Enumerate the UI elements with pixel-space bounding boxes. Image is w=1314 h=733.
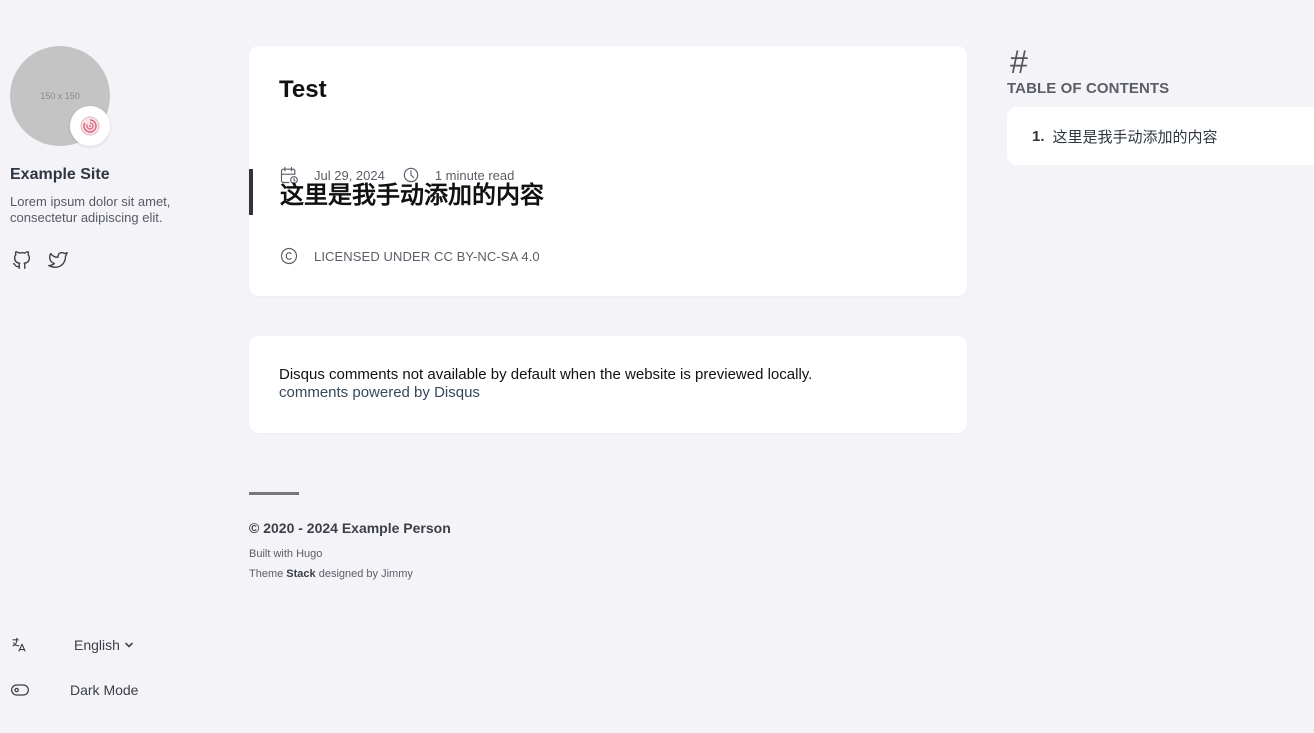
built-with-text[interactable]: Built with Hugo [249, 548, 451, 560]
theme-name[interactable]: Stack [286, 568, 315, 580]
site-name[interactable]: Example Site [10, 166, 230, 184]
chevron-down-icon [125, 642, 133, 648]
theme-prefix: Theme [249, 568, 287, 580]
language-select-value: English [74, 637, 120, 653]
article-heading-block: 这里是我手动添加的内容 [249, 169, 544, 215]
theme-credit: Theme Stack designed by Jimmy [249, 568, 451, 580]
emoji-icon [80, 116, 100, 136]
article-heading: 这里是我手动添加的内容 [280, 181, 544, 209]
language-switcher: English [10, 634, 210, 656]
table-of-contents: # TABLE OF CONTENTS 1. 这里是我手动添加的内容 [1007, 46, 1314, 165]
disqus-link[interactable]: comments powered by Disqus [279, 384, 480, 401]
article-card: Test Jul 29, 2024 1 minute read 这里是我手动添加… [249, 46, 967, 296]
social-links [10, 248, 230, 272]
license-text: LICENSED UNDER CC BY-NC-SA 4.0 [314, 248, 540, 264]
hash-icon: # [1010, 44, 1028, 80]
dark-mode-toggle[interactable]: Dark Mode [10, 679, 138, 701]
copyright-icon [279, 246, 299, 266]
copyright-text: © 2020 - 2024 Example Person [249, 520, 451, 536]
site-footer: © 2020 - 2024 Example Person Built with … [249, 492, 451, 580]
dark-mode-label[interactable]: Dark Mode [70, 682, 138, 698]
toggle-icon[interactable] [10, 679, 30, 701]
language-select[interactable]: English [74, 637, 134, 653]
toc-item-number: 1. [1032, 127, 1045, 145]
site-description: Lorem ipsum dolor sit amet, consectetur … [10, 194, 171, 225]
avatar-wrapper[interactable]: 150 x 150 [10, 46, 110, 146]
page: 150 x 150 Example Site Lorem ipsum dolor… [0, 0, 1314, 733]
theme-suffix: designed by Jimmy [315, 568, 413, 580]
twitter-icon[interactable] [46, 248, 70, 272]
comments-notice: Disqus comments not available by default… [279, 366, 813, 383]
license-info: LICENSED UNDER CC BY-NC-SA 4.0 [279, 246, 540, 266]
article-title[interactable]: Test [279, 76, 327, 104]
left-sidebar: 150 x 150 Example Site Lorem ipsum dolor… [10, 46, 230, 272]
language-icon [10, 634, 30, 656]
toc-title: TABLE OF CONTENTS [1007, 80, 1170, 97]
footer-divider [249, 492, 299, 495]
toc-item-link[interactable]: 这里是我手动添加的内容 [1053, 126, 1218, 147]
avatar-emoji-badge [70, 106, 110, 146]
comments-card: Disqus comments not available by default… [249, 336, 967, 433]
heading-accent-bar [249, 169, 253, 215]
toc-card: 1. 这里是我手动添加的内容 [1007, 107, 1314, 165]
github-icon[interactable] [10, 248, 34, 272]
